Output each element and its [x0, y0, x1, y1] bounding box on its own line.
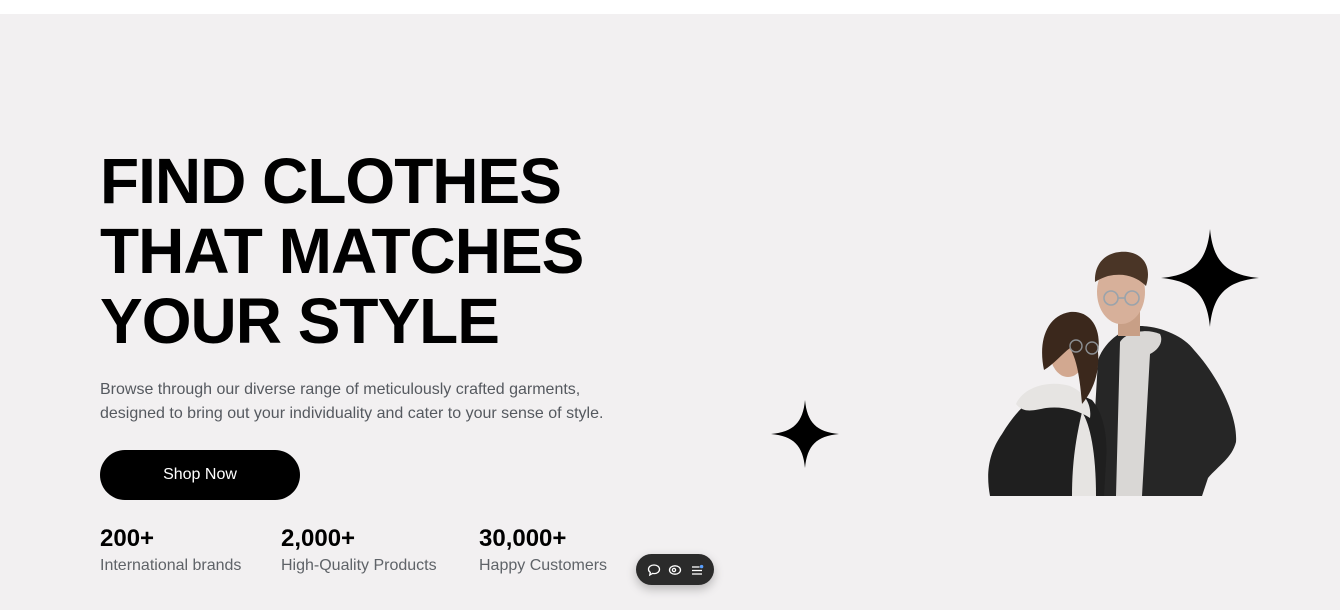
eye-icon[interactable] — [667, 562, 683, 578]
menu-icon[interactable] — [689, 562, 705, 578]
headline-line-3: YOUR STYLE — [100, 285, 500, 357]
stat-customers: 30,000+ Happy Customers — [479, 524, 607, 576]
stat-label: High-Quality Products — [281, 557, 437, 574]
floating-toolbar — [636, 554, 714, 585]
hero-subtitle: Browse through our diverse range of meti… — [100, 378, 660, 426]
models-photo — [988, 251, 1237, 496]
stat-value: 200+ — [100, 525, 155, 552]
stat-products: 2,000+ High-Quality Products — [281, 524, 437, 576]
hero-headline: FIND CLOTHES THAT MATCHES YOUR STYLE — [100, 145, 584, 357]
subtitle-line-1: Browse through our diverse range of meti… — [100, 381, 581, 398]
headline-line-1: FIND CLOTHES — [100, 145, 562, 217]
stat-label: Happy Customers — [479, 557, 608, 574]
comment-icon[interactable] — [646, 562, 662, 578]
subtitle-line-2: designed to bring out your individuality… — [100, 405, 604, 422]
stat-brands: 200+ International brands — [100, 524, 241, 576]
stat-value: 2,000+ — [281, 525, 356, 552]
hero-section: FIND CLOTHES THAT MATCHES YOUR STYLE Bro… — [0, 14, 1340, 610]
stat-label: International brands — [100, 557, 242, 574]
top-strip — [0, 0, 1340, 14]
small-sparkle-icon — [771, 400, 839, 468]
shop-now-button[interactable]: Shop Now — [100, 450, 300, 500]
stat-value: 30,000+ — [479, 525, 567, 552]
headline-line-2: THAT MATCHES — [100, 215, 584, 287]
